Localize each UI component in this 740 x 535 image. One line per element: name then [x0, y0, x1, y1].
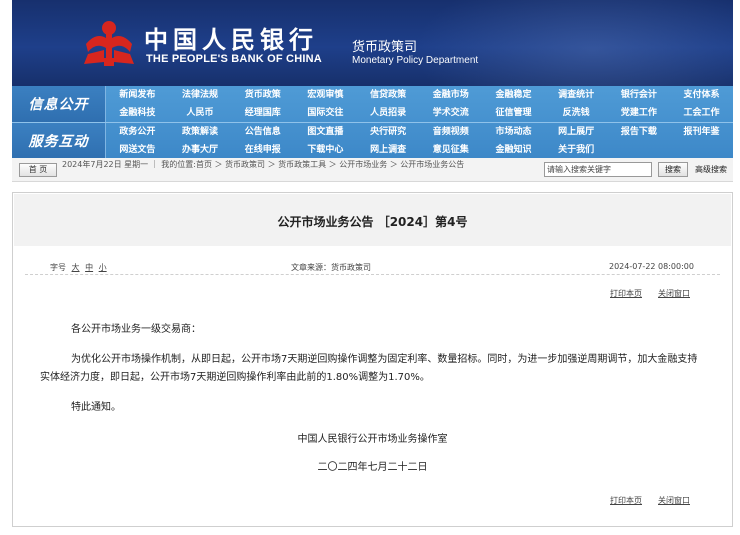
search-input[interactable]: [544, 162, 652, 177]
nav-item[interactable]: 人民币: [169, 104, 232, 122]
nav-item[interactable]: 网上展厅: [545, 123, 608, 141]
nav-subrow: 网送文告 办事大厅 在线申报 下载中心 网上调查 意见征集 金融知识 关于我们: [106, 141, 733, 159]
nav-subrow: 政务公开 政策解读 公告信息 图文直播 央行研究 音频视频 市场动态 网上展厅 …: [106, 123, 733, 141]
signature: 中国人民银行公开市场业务操作室: [297, 434, 448, 445]
nav-item[interactable]: 党建工作: [608, 104, 671, 122]
article-date: 2024-07-22 08:00:00: [609, 262, 694, 271]
pboc-logo-icon: [84, 21, 134, 66]
nav-item[interactable]: 关于我们: [545, 141, 608, 159]
nav-item[interactable]: 支付体系: [670, 86, 733, 104]
article-body: 为优化公开市场操作机制，从即日起，公开市场7天期逆回购操作调整为固定利率、数量招…: [40, 354, 698, 383]
nav-item[interactable]: 央行研究: [357, 123, 420, 141]
divider: [25, 274, 720, 275]
search-button[interactable]: 搜索: [658, 162, 688, 177]
nav-item[interactable]: 货币政策: [231, 86, 294, 104]
nav-item[interactable]: 人员招录: [357, 104, 420, 122]
nav-item[interactable]: 网送文告: [106, 141, 169, 159]
department-name-en: Monetary Policy Department: [352, 55, 479, 66]
nav-subrow: 金融科技 人民币 经理国库 国际交往 人员招录 学术交流 征信管理 反洗钱 党建…: [106, 104, 733, 122]
nav-item[interactable]: 公告信息: [231, 123, 294, 141]
home-button[interactable]: 首 页: [19, 163, 57, 177]
nav-item[interactable]: 金融稳定: [482, 86, 545, 104]
nav-item[interactable]: 金融知识: [482, 141, 545, 159]
nav-item[interactable]: 报告下载: [608, 123, 671, 141]
close-window-link[interactable]: 关闭窗口: [658, 288, 690, 299]
close-window-link-bottom[interactable]: 关闭窗口: [658, 495, 690, 506]
nav-item[interactable]: 金融市场: [419, 86, 482, 104]
bank-name-cn: 中国人民银行: [144, 25, 318, 54]
font-size-controls: 字号 大 中 小: [50, 262, 110, 273]
breadcrumb-bar: 首 页 2024年7月22日 星期一 ｜ 我的位置:首页 ＞ 货币政策司 ＞ 货…: [12, 158, 733, 182]
nav-item[interactable]: 工会工作: [670, 104, 733, 122]
notice-text: 特此通知。: [71, 402, 121, 413]
bank-name-en: THE PEOPLE'S BANK OF CHINA: [146, 53, 322, 65]
nav-item[interactable]: 下载中心: [294, 141, 357, 159]
sign-date: 二〇二四年七月二十二日: [317, 462, 428, 473]
nav-item[interactable]: 学术交流: [419, 104, 482, 122]
nav-item[interactable]: 国际交往: [294, 104, 357, 122]
site-banner: 中国人民银行 THE PEOPLE'S BANK OF CHINA 货币政策司 …: [12, 0, 733, 86]
nav-section-label: 服务互动: [12, 123, 106, 159]
nav-item[interactable]: 法律法规: [169, 86, 232, 104]
nav-item[interactable]: 意见征集: [419, 141, 482, 159]
font-size-large[interactable]: 大: [72, 263, 80, 272]
article-source: 文章来源：货币政策司: [291, 263, 371, 272]
nav-item[interactable]: 征信管理: [482, 104, 545, 122]
font-size-small[interactable]: 小: [99, 263, 107, 272]
page-title: 公开市场业务公告 ［2024］第4号: [277, 215, 468, 229]
nav-item[interactable]: 反洗钱: [545, 104, 608, 122]
font-size-label: 字号: [50, 263, 66, 272]
title-box: 公开市场业务公告 ［2024］第4号: [14, 194, 731, 246]
nav-item[interactable]: 市场动态: [482, 123, 545, 141]
nav-row-service: 服务互动 政务公开 政策解读 公告信息 图文直播 央行研究 音频视频 市场动态 …: [12, 122, 733, 159]
breadcrumb: 2024年7月22日 星期一 ｜ 我的位置:首页 ＞ 货币政策司 ＞ 货币政策工…: [62, 160, 465, 169]
print-link[interactable]: 打印本页: [610, 288, 642, 299]
print-link-bottom[interactable]: 打印本页: [610, 495, 642, 506]
article-panel: 公开市场业务公告 ［2024］第4号 字号 大 中 小 文章来源：货币政策司 2…: [12, 192, 733, 527]
nav-item[interactable]: 办事大厅: [169, 141, 232, 159]
salutation: 各公开市场业务一级交易商：: [71, 324, 201, 335]
nav-item[interactable]: 网上调查: [357, 141, 420, 159]
nav-item[interactable]: 银行会计: [608, 86, 671, 104]
nav-row-info: 信息公开 新闻发布 法律法规 货币政策 宏观审慎 信贷政策 金融市场 金融稳定 …: [12, 86, 733, 122]
nav-item[interactable]: 在线申报: [231, 141, 294, 159]
nav-item[interactable]: 信贷政策: [357, 86, 420, 104]
nav-item[interactable]: 政务公开: [106, 123, 169, 141]
nav-item[interactable]: 金融科技: [106, 104, 169, 122]
nav-item[interactable]: 调查统计: [545, 86, 608, 104]
nav-section-label: 信息公开: [12, 86, 106, 122]
main-nav: 信息公开 新闻发布 法律法规 货币政策 宏观审慎 信贷政策 金融市场 金融稳定 …: [12, 86, 733, 159]
nav-item[interactable]: 报刊年鉴: [670, 123, 733, 141]
nav-item[interactable]: 宏观审慎: [294, 86, 357, 104]
nav-item[interactable]: 新闻发布: [106, 86, 169, 104]
nav-subrow: 新闻发布 法律法规 货币政策 宏观审慎 信贷政策 金融市场 金融稳定 调查统计 …: [106, 86, 733, 104]
nav-item[interactable]: 图文直播: [294, 123, 357, 141]
advanced-search-link[interactable]: 高级搜索: [695, 164, 727, 175]
font-size-medium[interactable]: 中: [85, 263, 93, 272]
department-name-cn: 货币政策司: [352, 40, 418, 55]
nav-item[interactable]: 音频视频: [419, 123, 482, 141]
nav-item[interactable]: 政策解读: [169, 123, 232, 141]
nav-item[interactable]: 经理国库: [231, 104, 294, 122]
